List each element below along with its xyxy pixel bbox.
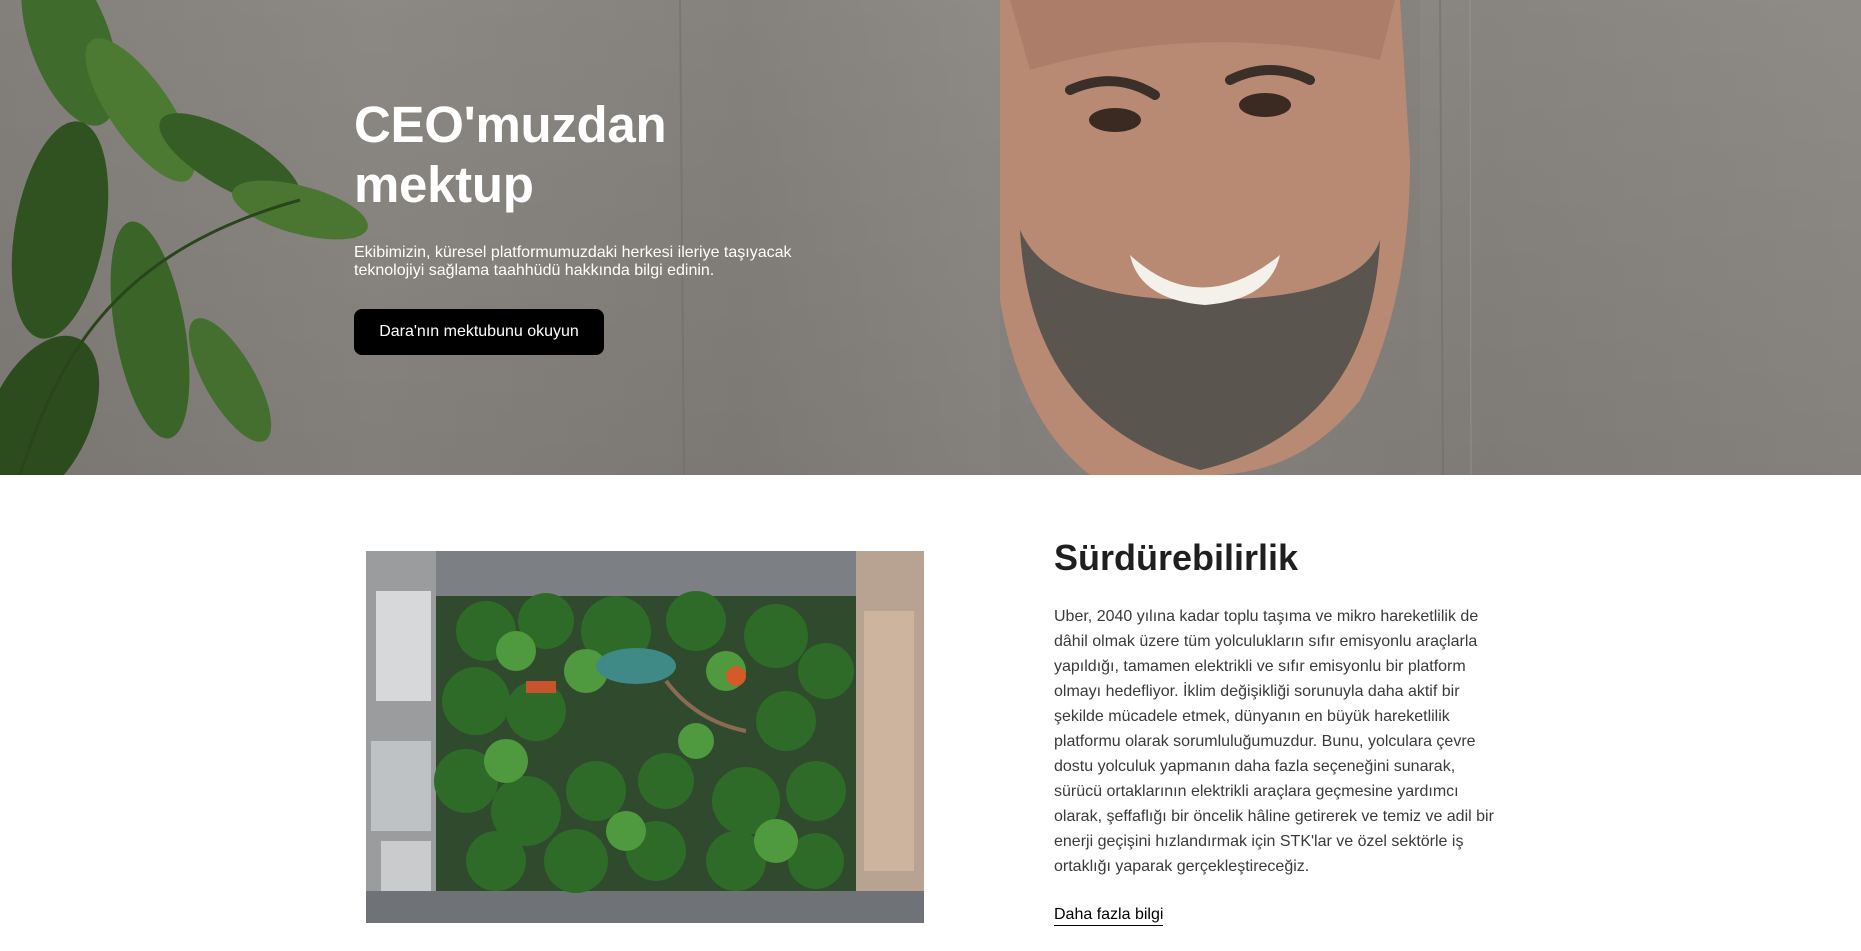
- learn-more-link[interactable]: Daha fazla bilgi: [1054, 905, 1164, 926]
- aerial-park-illustration: [366, 551, 924, 923]
- hero-content: CEO'muzdan mektup Ekibimizin, küresel pl…: [354, 95, 814, 355]
- hero-title: CEO'muzdan mektup: [354, 96, 667, 213]
- sustainability-body: Uber, 2040 yılına kadar toplu taşıma ve …: [1054, 608, 1494, 875]
- hero-description: Ekibimizin, küresel platformumuzdaki her…: [354, 244, 792, 279]
- sustainability-title: Sürdürebilirlik: [1054, 537, 1299, 578]
- aerial-park-image: [366, 551, 924, 923]
- read-letter-button[interactable]: Dara'nın mektubunu okuyun: [354, 309, 604, 355]
- ceo-portrait-image: [1000, 0, 1410, 475]
- hero-section: CEO'muzdan mektup Ekibimizin, küresel pl…: [0, 0, 1861, 475]
- sustainability-content: Sürdürebilirlik Uber, 2040 yılına kadar …: [1054, 536, 1504, 926]
